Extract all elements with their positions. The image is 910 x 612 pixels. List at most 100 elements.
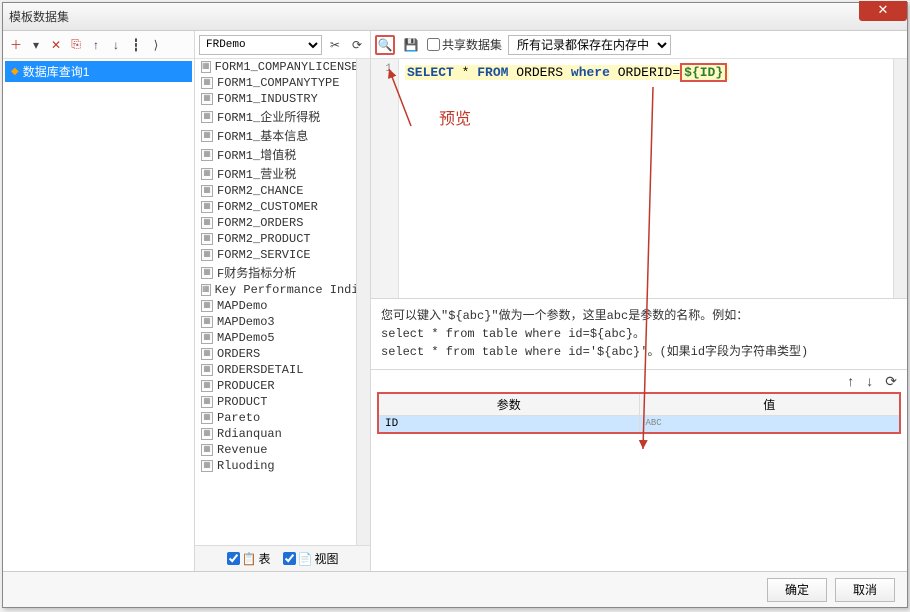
dialog-body: ＋ ▾ ✕ ⎘ ↑ ↓ ┇ ⟩ ◆ 数据库查询1 xyxy=(3,31,907,607)
table-checkbox[interactable]: 📋表 xyxy=(227,550,271,567)
dialog-window: 模板数据集 ✕ ＋ ▾ ✕ ⎘ ↑ ↓ ┇ ⟩ ◆ 数据 xyxy=(2,2,908,608)
copy-icon[interactable]: ⎘ xyxy=(67,36,85,54)
preview-annotation: 预览 xyxy=(439,105,471,129)
close-button[interactable]: ✕ xyxy=(859,1,907,21)
table-icon: ▦ xyxy=(201,348,213,360)
sql-scrollbar[interactable] xyxy=(893,59,907,298)
table-icon: ▦ xyxy=(201,185,213,197)
list-item[interactable]: ▦FORM1_COMPANYTYPE xyxy=(195,75,356,91)
cut-icon[interactable]: ✂ xyxy=(326,36,344,54)
line-gutter: 1 xyxy=(371,59,399,298)
dropdown-icon[interactable]: ▾ xyxy=(27,36,45,54)
param-row[interactable]: ID ABC xyxy=(379,416,899,432)
add-icon[interactable]: ＋ xyxy=(7,36,25,54)
list-item[interactable]: ▦MAPDemo xyxy=(195,298,356,314)
list-item[interactable]: ▦ORDERSDETAIL xyxy=(195,362,356,378)
table-icon: ▦ xyxy=(201,201,213,213)
up-icon[interactable]: ↑ xyxy=(87,36,105,54)
share-checkbox[interactable]: 共享数据集 xyxy=(427,36,502,53)
mid-footer: 📋表 📄视图 xyxy=(195,545,370,571)
db-icon: ◆ xyxy=(11,66,19,77)
settings-icon[interactable]: ┇ xyxy=(127,36,145,54)
table-icon: ▦ xyxy=(201,93,213,105)
list-item[interactable]: ▦FORM1_增值税 xyxy=(195,145,356,164)
table-icon: ▦ xyxy=(201,249,213,261)
db-select[interactable]: FRDemo xyxy=(199,35,322,55)
right-panel: 🔍 💾 共享数据集 所有记录都保存在内存中 1 SELECT * FROM OR… xyxy=(371,31,907,571)
refresh-icon[interactable]: ⟳ xyxy=(348,36,366,54)
table-icon: ▦ xyxy=(201,61,211,73)
memory-dropdown[interactable]: 所有记录都保存在内存中 xyxy=(508,35,671,55)
titlebar: 模板数据集 ✕ xyxy=(3,3,907,31)
table-icon: ▦ xyxy=(201,267,213,279)
table-icon: ▦ xyxy=(201,412,213,424)
table-icon: ▦ xyxy=(201,217,213,229)
list-item[interactable]: ▦FORM1_营业税 xyxy=(195,164,356,183)
list-item[interactable]: ▦Revenue xyxy=(195,442,356,458)
list-item[interactable]: ▦FORM2_PRODUCT xyxy=(195,231,356,247)
tree-item-selected[interactable]: ◆ 数据库查询1 xyxy=(5,61,192,82)
list-item[interactable]: ▦FORM2_ORDERS xyxy=(195,215,356,231)
table-icon: ▦ xyxy=(201,168,213,180)
table-icon: ▦ xyxy=(201,364,213,376)
table-icon: ▦ xyxy=(201,380,213,392)
main-area: ＋ ▾ ✕ ⎘ ↑ ↓ ┇ ⟩ ◆ 数据库查询1 xyxy=(3,31,907,571)
save-icon[interactable]: 💾 xyxy=(401,35,421,55)
window-title: 模板数据集 xyxy=(7,8,903,25)
dataset-tree: ◆ 数据库查询1 xyxy=(3,59,194,571)
list-item[interactable]: ▦FORM2_SERVICE xyxy=(195,247,356,263)
left-toolbar: ＋ ▾ ✕ ⎘ ↑ ↓ ┇ ⟩ xyxy=(3,31,194,59)
table-icon: ▦ xyxy=(201,316,213,328)
list-item[interactable]: ▦Pareto xyxy=(195,410,356,426)
list-item[interactable]: ▦ORDERS xyxy=(195,346,356,362)
param-header: 参数 值 xyxy=(379,394,899,416)
param-table: 参数 值 ID ABC xyxy=(377,392,901,434)
dialog-footer: 确定 取消 xyxy=(3,571,907,607)
list-item[interactable]: ▦FORM1_企业所得税 xyxy=(195,107,356,126)
table-icon: ▦ xyxy=(201,149,213,161)
table-list[interactable]: ▦FORM1_COMPANYLICENSE▦FORM1_COMPANYTYPE▦… xyxy=(195,59,356,545)
table-icon: ▦ xyxy=(201,444,213,456)
down-icon[interactable]: ↓ xyxy=(107,36,125,54)
mid-toolbar: FRDemo ✂ ⟳ xyxy=(195,31,370,59)
list-item[interactable]: ▦Rdianquan xyxy=(195,426,356,442)
list-item[interactable]: ▦MAPDemo3 xyxy=(195,314,356,330)
sql-editor[interactable]: 1 SELECT * FROM ORDERS where ORDERID=${I… xyxy=(371,59,907,299)
list-item[interactable]: ▦F财务指标分析 xyxy=(195,263,356,282)
collapse-icon[interactable]: ⟩ xyxy=(147,36,165,54)
param-down-icon[interactable]: ↓ xyxy=(866,373,873,389)
param-toolbar: ↑ ↓ ⟳ xyxy=(371,370,907,392)
left-panel: ＋ ▾ ✕ ⎘ ↑ ↓ ┇ ⟩ ◆ 数据库查询1 xyxy=(3,31,195,571)
list-item[interactable]: ▦PRODUCER xyxy=(195,378,356,394)
right-toolbar: 🔍 💾 共享数据集 所有记录都保存在内存中 xyxy=(371,31,907,59)
delete-icon[interactable]: ✕ xyxy=(47,36,65,54)
table-icon: ▦ xyxy=(201,428,213,440)
table-icon: ▦ xyxy=(201,284,211,296)
param-blank xyxy=(371,434,907,571)
table-icon: ▦ xyxy=(201,77,213,89)
table-icon: ▦ xyxy=(201,300,213,312)
tree-item-label: 数据库查询1 xyxy=(23,63,90,80)
scrollbar[interactable] xyxy=(356,59,370,545)
list-item[interactable]: ▦FORM1_COMPANYLICENSE xyxy=(195,59,356,75)
list-item[interactable]: ▦FORM2_CHANCE xyxy=(195,183,356,199)
list-item[interactable]: ▦FORM1_INDUSTRY xyxy=(195,91,356,107)
cancel-button[interactable]: 取消 xyxy=(835,578,895,602)
list-item[interactable]: ▦PRODUCT xyxy=(195,394,356,410)
list-item[interactable]: ▦MAPDemo5 xyxy=(195,330,356,346)
param-highlight: ${ID} xyxy=(680,63,727,82)
table-icon: ▦ xyxy=(201,332,213,344)
sql-text[interactable]: SELECT * FROM ORDERS where ORDERID=${ID}… xyxy=(399,59,893,298)
table-icon: ▦ xyxy=(201,460,213,472)
param-up-icon[interactable]: ↑ xyxy=(847,373,854,389)
table-icon: ▦ xyxy=(201,111,213,123)
list-item[interactable]: ▦FORM2_CUSTOMER xyxy=(195,199,356,215)
list-item[interactable]: ▦Rluoding xyxy=(195,458,356,474)
ok-button[interactable]: 确定 xyxy=(767,578,827,602)
list-item[interactable]: ▦Key Performance Indic xyxy=(195,282,356,298)
view-checkbox[interactable]: 📄视图 xyxy=(283,550,339,567)
list-item[interactable]: ▦FORM1_基本信息 xyxy=(195,126,356,145)
mid-panel: FRDemo ✂ ⟳ ▦FORM1_COMPANYLICENSE▦FORM1_C… xyxy=(195,31,371,571)
preview-button[interactable]: 🔍 xyxy=(375,35,395,55)
param-refresh-icon[interactable]: ⟳ xyxy=(885,373,897,390)
